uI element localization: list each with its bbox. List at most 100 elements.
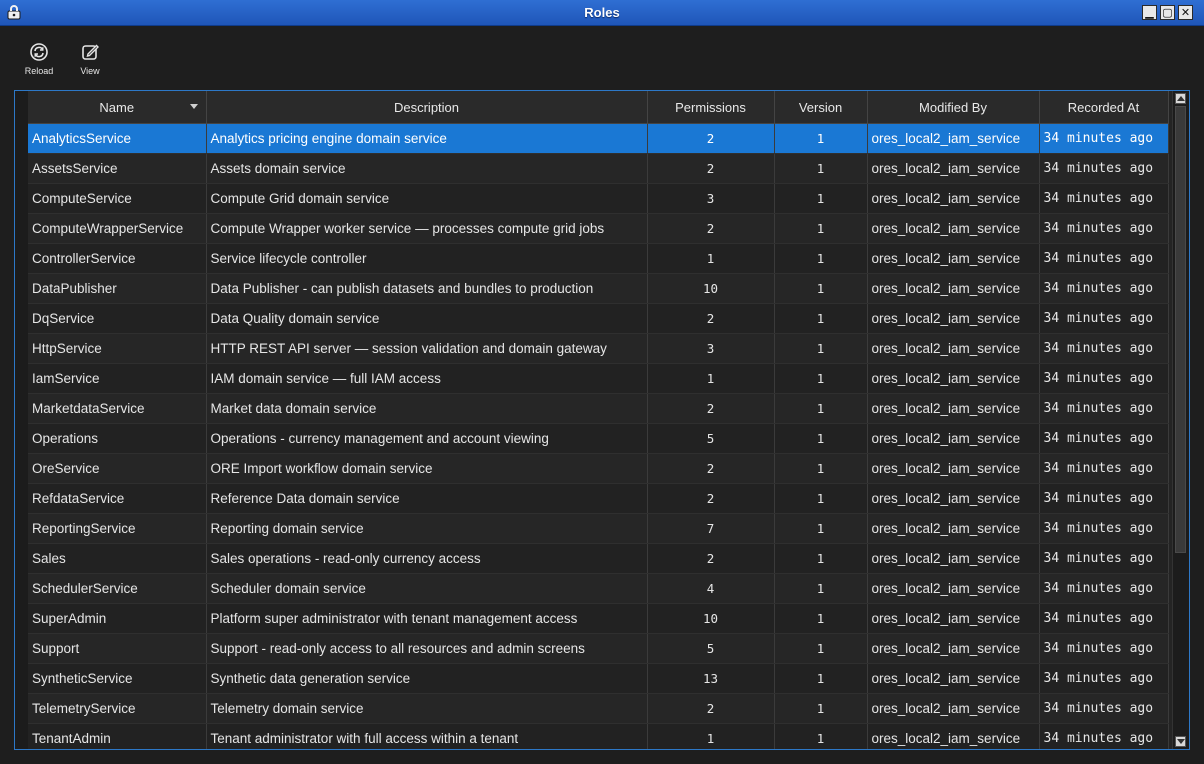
column-header-description[interactable]: Description bbox=[206, 91, 648, 124]
cell-permissions: 4 bbox=[647, 573, 775, 604]
cell-modified-by: ores_local2_iam_service bbox=[867, 513, 1040, 544]
cell-version: 1 bbox=[774, 633, 868, 664]
table-row[interactable]: DqService Data Quality domain service 2 1 or… bbox=[28, 303, 1169, 334]
table-row[interactable]: RefdataService Reference Data domain serv… bbox=[28, 483, 1169, 514]
scroll-down-button[interactable] bbox=[1175, 736, 1186, 747]
cell-recorded-at: 34 minutes ago bbox=[1039, 183, 1169, 214]
cell-recorded-at: 34 minutes ago bbox=[1039, 513, 1169, 544]
reload-button[interactable]: Reload bbox=[14, 42, 64, 76]
close-button[interactable]: ✕ bbox=[1178, 5, 1193, 20]
roles-table-frame[interactable]: Name Description Permissions Version Mod… bbox=[14, 90, 1190, 750]
cell-version: 1 bbox=[774, 603, 868, 634]
table-row[interactable]: Operations Operations - currency manageme… bbox=[28, 423, 1169, 454]
cell-recorded-at: 34 minutes ago bbox=[1039, 543, 1169, 574]
cell-modified-by: ores_local2_iam_service bbox=[867, 183, 1040, 214]
cell-permissions: 1 bbox=[647, 363, 775, 394]
cell-modified-by: ores_local2_iam_service bbox=[867, 453, 1040, 484]
table-row[interactable]: ComputeService Compute Grid domain servic… bbox=[28, 183, 1169, 214]
roles-table[interactable]: Name Description Permissions Version Mod… bbox=[28, 91, 1169, 749]
table-row[interactable]: Support Support - read-only access to all… bbox=[28, 633, 1169, 664]
row-header-gutter bbox=[15, 91, 29, 749]
cell-permissions: 1 bbox=[647, 243, 775, 274]
cell-recorded-at: 34 minutes ago bbox=[1039, 303, 1169, 334]
table-row[interactable]: AssetsService Assets domain service 2 1 ores… bbox=[28, 153, 1169, 184]
table-row[interactable]: TenantAdmin Tenant administrator with ful… bbox=[28, 723, 1169, 749]
cell-modified-by: ores_local2_iam_service bbox=[867, 723, 1040, 749]
cell-permissions: 13 bbox=[647, 663, 775, 694]
cell-name: SyntheticService bbox=[28, 663, 207, 694]
reload-icon bbox=[30, 43, 48, 61]
table-row[interactable]: ControllerService Service lifecycle contr… bbox=[28, 243, 1169, 274]
table-row[interactable]: Sales Sales operations - read-only curren… bbox=[28, 543, 1169, 574]
title-bar[interactable]: Roles ▁ ▢ ✕ bbox=[0, 0, 1204, 26]
table-row[interactable]: OreService ORE Import workflow domain ser… bbox=[28, 453, 1169, 484]
column-header-permissions[interactable]: Permissions bbox=[647, 91, 775, 124]
cell-recorded-at: 34 minutes ago bbox=[1039, 423, 1169, 454]
column-header-modified-by[interactable]: Modified By bbox=[867, 91, 1040, 124]
table-row[interactable]: HttpService HTTP REST API server — sessio… bbox=[28, 333, 1169, 364]
view-button[interactable]: View bbox=[65, 42, 115, 76]
toolbar: Reload View bbox=[0, 26, 1204, 88]
window-title: Roles bbox=[584, 5, 620, 20]
cell-name: RefdataService bbox=[28, 483, 207, 514]
minimize-button[interactable]: ▁ bbox=[1142, 5, 1157, 20]
cell-name: Sales bbox=[28, 543, 207, 574]
cell-version: 1 bbox=[774, 723, 868, 749]
cell-modified-by: ores_local2_iam_service bbox=[867, 273, 1040, 304]
cell-modified-by: ores_local2_iam_service bbox=[867, 153, 1040, 184]
table-row[interactable]: DataPublisher Data Publisher - can publis… bbox=[28, 273, 1169, 304]
table-row[interactable]: IamService IAM domain service — full IAM … bbox=[28, 363, 1169, 394]
cell-name: SchedulerService bbox=[28, 573, 207, 604]
cell-modified-by: ores_local2_iam_service bbox=[867, 603, 1040, 634]
cell-description: Reporting domain service bbox=[206, 513, 648, 544]
cell-description: Data Quality domain service bbox=[206, 303, 648, 334]
cell-permissions: 2 bbox=[647, 393, 775, 424]
cell-version: 1 bbox=[774, 303, 868, 334]
cell-version: 1 bbox=[774, 573, 868, 604]
table-row[interactable]: SuperAdmin Platform super administrator w… bbox=[28, 603, 1169, 634]
cell-modified-by: ores_local2_iam_service bbox=[867, 303, 1040, 334]
cell-version: 1 bbox=[774, 183, 868, 214]
cell-description: Service lifecycle controller bbox=[206, 243, 648, 274]
cell-modified-by: ores_local2_iam_service bbox=[867, 123, 1040, 154]
cell-permissions: 2 bbox=[647, 153, 775, 184]
cell-permissions: 5 bbox=[647, 633, 775, 664]
cell-name: DqService bbox=[28, 303, 207, 334]
scrollbar-thumb[interactable] bbox=[1175, 106, 1186, 553]
table-row[interactable]: AnalyticsService Analytics pricing engine… bbox=[28, 123, 1169, 154]
cell-name: Support bbox=[28, 633, 207, 664]
cell-version: 1 bbox=[774, 363, 868, 394]
table-row[interactable]: TelemetryService Telemetry domain service… bbox=[28, 693, 1169, 724]
sort-descending-icon bbox=[189, 104, 198, 109]
table-row[interactable]: ComputeWrapperService Compute Wrapper wor… bbox=[28, 213, 1169, 244]
maximize-button[interactable]: ▢ bbox=[1160, 5, 1175, 20]
edit-icon bbox=[82, 44, 99, 60]
cell-recorded-at: 34 minutes ago bbox=[1039, 123, 1169, 154]
cell-recorded-at: 34 minutes ago bbox=[1039, 393, 1169, 424]
cell-recorded-at: 34 minutes ago bbox=[1039, 243, 1169, 274]
table-row[interactable]: SchedulerService Scheduler domain service… bbox=[28, 573, 1169, 604]
reload-label: Reload bbox=[24, 66, 54, 76]
column-header-version[interactable]: Version bbox=[774, 91, 868, 124]
cell-version: 1 bbox=[774, 273, 868, 304]
table-row[interactable]: ReportingService Reporting domain service… bbox=[28, 513, 1169, 544]
vertical-scrollbar[interactable] bbox=[1172, 91, 1189, 749]
cell-modified-by: ores_local2_iam_service bbox=[867, 363, 1040, 394]
column-header-recorded-at[interactable]: Recorded At bbox=[1039, 91, 1169, 124]
cell-version: 1 bbox=[774, 543, 868, 574]
cell-version: 1 bbox=[774, 213, 868, 244]
scroll-up-button[interactable] bbox=[1175, 93, 1186, 104]
cell-permissions: 3 bbox=[647, 333, 775, 364]
table-row[interactable]: SyntheticService Synthetic data generatio… bbox=[28, 663, 1169, 694]
cell-permissions: 7 bbox=[647, 513, 775, 544]
cell-name: DataPublisher bbox=[28, 273, 207, 304]
cell-version: 1 bbox=[774, 123, 868, 154]
cell-description: Platform super administrator with tenant… bbox=[206, 603, 648, 634]
cell-version: 1 bbox=[774, 513, 868, 544]
cell-description: IAM domain service — full IAM access bbox=[206, 363, 648, 394]
cell-description: Scheduler domain service bbox=[206, 573, 648, 604]
table-row[interactable]: MarketdataService Market data domain serv… bbox=[28, 393, 1169, 424]
cell-permissions: 2 bbox=[647, 483, 775, 514]
cell-recorded-at: 34 minutes ago bbox=[1039, 633, 1169, 664]
column-header-name[interactable]: Name bbox=[28, 91, 207, 124]
